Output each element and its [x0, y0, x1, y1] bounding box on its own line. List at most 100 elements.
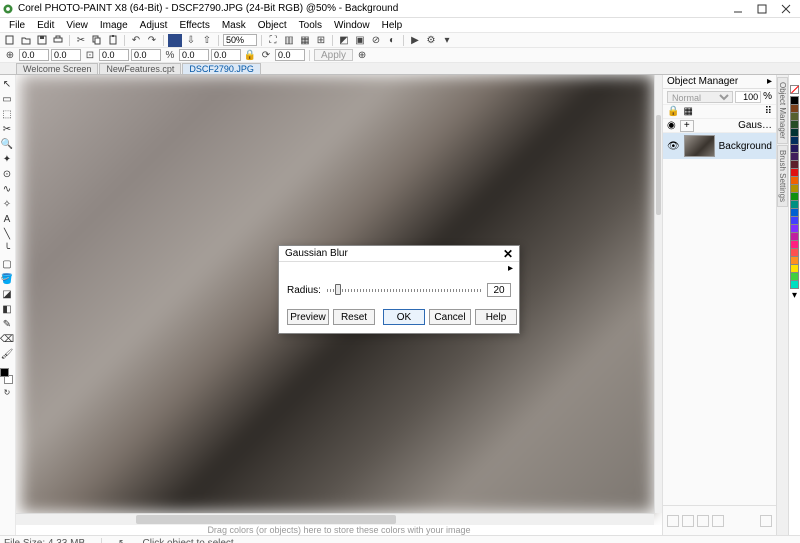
- redo-icon[interactable]: ↷: [145, 34, 159, 47]
- print-icon[interactable]: [51, 34, 65, 47]
- menu-window[interactable]: Window: [329, 20, 375, 31]
- pos-y-input[interactable]: [51, 49, 81, 61]
- invert-mask-icon[interactable]: ◐: [385, 34, 399, 47]
- export-icon[interactable]: ⇧: [200, 34, 214, 47]
- color-swatches[interactable]: [0, 368, 14, 384]
- rect-tool[interactable]: ▢: [0, 257, 14, 271]
- close-button[interactable]: [774, 1, 798, 17]
- menu-mask[interactable]: Mask: [217, 20, 251, 31]
- tab-current[interactable]: DSCF2790.JPG: [182, 63, 261, 74]
- menu-file[interactable]: File: [4, 20, 30, 31]
- launcher-icon[interactable]: ▶: [408, 34, 422, 47]
- group-icon[interactable]: [712, 515, 724, 527]
- palette-swatch[interactable]: [790, 280, 799, 289]
- docker-tab-object-manager[interactable]: Object Manager: [777, 77, 788, 144]
- menu-view[interactable]: View: [61, 20, 93, 31]
- dropshadow-tool[interactable]: ◪: [0, 287, 14, 301]
- zoom-level-input[interactable]: [223, 34, 257, 46]
- maximize-button[interactable]: [750, 1, 774, 17]
- horizontal-scrollbar[interactable]: [16, 513, 654, 525]
- clear-mask-icon[interactable]: ⊘: [369, 34, 383, 47]
- layer-options-icon[interactable]: ⠿: [765, 106, 772, 117]
- docker-tab-hints[interactable]: Brush Settings: [777, 145, 788, 207]
- undo-icon[interactable]: ↶: [129, 34, 143, 47]
- opacity-input[interactable]: [735, 91, 761, 103]
- mask-transform-tool[interactable]: ⬚: [0, 107, 14, 121]
- redeye-tool[interactable]: ⊙: [0, 167, 14, 181]
- visibility-icon[interactable]: 👁: [667, 141, 680, 152]
- new-icon[interactable]: [3, 34, 17, 47]
- scale-y-input[interactable]: [211, 49, 241, 61]
- guidelines-icon[interactable]: ⊞: [314, 34, 328, 47]
- ok-button[interactable]: OK: [383, 309, 425, 325]
- radius-value-input[interactable]: [487, 283, 511, 297]
- reset-button[interactable]: Reset: [333, 309, 375, 325]
- new-layer-button[interactable]: +: [680, 120, 694, 132]
- dialog-close-icon[interactable]: ✕: [503, 247, 513, 261]
- menu-help[interactable]: Help: [377, 20, 408, 31]
- foreground-color-swatch[interactable]: [0, 368, 9, 377]
- cut-icon[interactable]: ✂: [74, 34, 88, 47]
- copy-icon[interactable]: [90, 34, 104, 47]
- save-icon[interactable]: [35, 34, 49, 47]
- lock-pixels-icon[interactable]: ▦: [683, 106, 692, 117]
- mask-marquee-icon[interactable]: ▣: [353, 34, 367, 47]
- tab-welcome[interactable]: Welcome Screen: [16, 63, 98, 74]
- fill-tool[interactable]: 🪣: [0, 272, 14, 286]
- menu-adjust[interactable]: Adjust: [135, 20, 173, 31]
- pick-tool[interactable]: ↖: [0, 77, 14, 91]
- more-icon[interactable]: ▾: [440, 34, 454, 47]
- effect-label[interactable]: Gaus…: [738, 120, 772, 131]
- reset-colors-icon[interactable]: ↻: [0, 385, 14, 399]
- new-object-icon[interactable]: [667, 515, 679, 527]
- combine-icon[interactable]: [697, 515, 709, 527]
- menu-object[interactable]: Object: [253, 20, 292, 31]
- layer-thumb-icon[interactable]: ◉: [667, 120, 676, 131]
- rulers-icon[interactable]: ▥: [282, 34, 296, 47]
- help-button[interactable]: Help: [475, 309, 517, 325]
- text-tool[interactable]: A: [0, 212, 14, 226]
- dialog-expand-icon[interactable]: ▸: [508, 263, 513, 274]
- grid-icon[interactable]: ▦: [298, 34, 312, 47]
- fullscreen-icon[interactable]: ⛶: [266, 34, 280, 47]
- open-icon[interactable]: [19, 34, 33, 47]
- smear-tool[interactable]: ∿: [0, 182, 14, 196]
- lock-ratio-icon[interactable]: 🔒: [243, 49, 257, 62]
- minimize-button[interactable]: [726, 1, 750, 17]
- transparency-tool[interactable]: ◧: [0, 302, 14, 316]
- blend-mode-select[interactable]: Normal: [667, 91, 733, 103]
- palette-scroll-icon[interactable]: ▾: [792, 290, 797, 301]
- lock-icon[interactable]: 🔒: [667, 106, 679, 117]
- clone-tool[interactable]: ✦: [0, 152, 14, 166]
- no-color-swatch[interactable]: [790, 85, 799, 94]
- mask-rect-tool[interactable]: ▭: [0, 92, 14, 106]
- mask-overlay-icon[interactable]: ◩: [337, 34, 351, 47]
- preview-button[interactable]: Preview: [287, 309, 329, 325]
- angle-input[interactable]: [275, 49, 305, 61]
- zoom-tool[interactable]: 🔍: [0, 137, 14, 151]
- delete-layer-icon[interactable]: [760, 515, 772, 527]
- path-tool[interactable]: ╰: [0, 242, 14, 256]
- pos-x-input[interactable]: [19, 49, 49, 61]
- size-h-input[interactable]: [131, 49, 161, 61]
- eraser-tool[interactable]: ⌫: [0, 332, 14, 346]
- line-tool[interactable]: ╲: [0, 227, 14, 241]
- menu-tools[interactable]: Tools: [294, 20, 327, 31]
- menu-image[interactable]: Image: [95, 20, 133, 31]
- apply-button[interactable]: Apply: [314, 49, 353, 61]
- add-preset-icon[interactable]: ⊕: [355, 49, 369, 62]
- menu-edit[interactable]: Edit: [32, 20, 59, 31]
- eyedropper-tool[interactable]: ✎: [0, 317, 14, 331]
- tab-newfeatures[interactable]: NewFeatures.cpt: [99, 63, 181, 74]
- scale-x-input[interactable]: [179, 49, 209, 61]
- layer-background[interactable]: 👁 Background: [663, 133, 776, 159]
- paste-icon[interactable]: [106, 34, 120, 47]
- effect-tool[interactable]: ✧: [0, 197, 14, 211]
- foreground-color-icon[interactable]: [168, 34, 182, 47]
- radius-slider[interactable]: [327, 285, 481, 295]
- menu-effects[interactable]: Effects: [174, 20, 214, 31]
- crop-tool[interactable]: ✂: [0, 122, 14, 136]
- panel-menu-icon[interactable]: ▸: [767, 76, 772, 87]
- options-icon[interactable]: ⚙: [424, 34, 438, 47]
- paint-tool[interactable]: 🖌: [0, 347, 14, 361]
